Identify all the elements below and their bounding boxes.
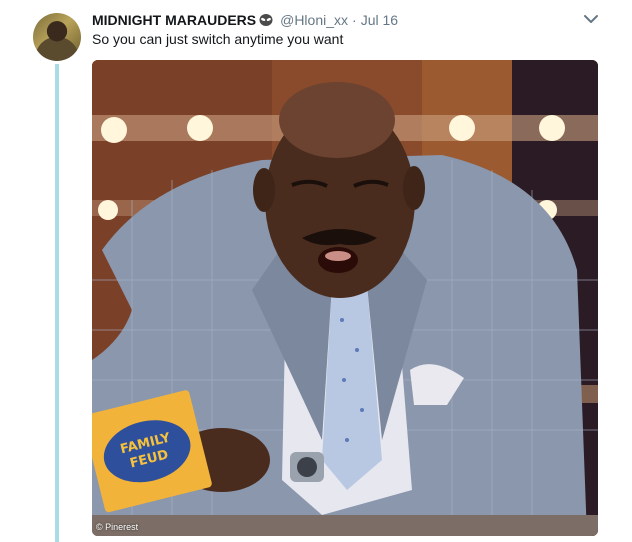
avatar[interactable] (33, 13, 81, 61)
tweet-text: So you can just switch anytime you want (92, 31, 344, 47)
display-name[interactable]: MIDNIGHT MARAUDERS (92, 12, 256, 28)
tweet-date[interactable]: Jul 16 (361, 12, 398, 28)
thread-connector-line (55, 64, 59, 542)
tweet[interactable]: MIDNIGHT MARAUDERS @Hloni_xx · Jul 16 So… (0, 0, 632, 542)
tweet-header: MIDNIGHT MARAUDERS @Hloni_xx · Jul 16 (92, 11, 398, 29)
image-watermark: © Pinerest (96, 522, 139, 532)
separator-dot: · (352, 12, 357, 28)
tweet-media-image[interactable]: FAMILY FEUD © Pinerest (92, 60, 598, 536)
chevron-down-icon[interactable] (583, 12, 599, 26)
alien-emoji-icon (258, 13, 274, 27)
user-handle[interactable]: @Hloni_xx (280, 12, 348, 28)
meme-illustration: FAMILY FEUD (92, 60, 598, 536)
